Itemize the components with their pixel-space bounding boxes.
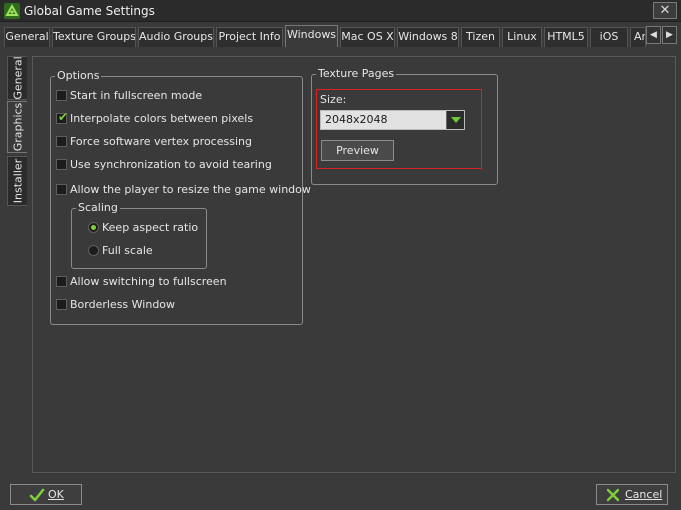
- tab-tizen[interactable]: Tizen: [461, 27, 500, 47]
- chevron-right-icon: ▶: [666, 30, 673, 40]
- tab-texture-groups[interactable]: Texture Groups: [52, 27, 136, 47]
- tab-general[interactable]: General: [4, 27, 50, 47]
- cancel-button[interactable]: Cancel: [596, 484, 668, 505]
- size-label: Size:: [320, 93, 347, 106]
- chevron-left-icon: ◀: [650, 30, 657, 40]
- window-title: Global Game Settings: [24, 4, 155, 18]
- tab-html5[interactable]: HTML5: [544, 27, 588, 47]
- ok-button[interactable]: OK: [10, 484, 82, 505]
- checkbox-box: [56, 90, 67, 101]
- close-button[interactable]: ✕: [653, 2, 677, 19]
- checkmark-icon: [29, 488, 45, 502]
- checkbox-box: [56, 276, 67, 287]
- radio-selected-dot: [91, 225, 96, 230]
- tab-scroll-right-button[interactable]: ▶: [662, 26, 677, 44]
- texture-pages-group-title: Texture Pages: [316, 67, 397, 81]
- checkbox-box: [56, 136, 67, 147]
- checkbox-box: [56, 184, 67, 195]
- checkbox-box: ✔: [56, 110, 69, 124]
- vsync-checkbox[interactable]: Use synchronization to avoid tearing: [56, 158, 296, 174]
- interpolate-checkbox[interactable]: ✔ Interpolate colors between pixels: [56, 110, 296, 128]
- borderless-window-checkbox[interactable]: Borderless Window: [56, 298, 296, 314]
- tab-android-partial[interactable]: Ar: [630, 27, 646, 47]
- resize-window-checkbox[interactable]: Allow the player to resize the game wind…: [56, 183, 311, 199]
- tab-windows[interactable]: Windows: [285, 25, 338, 47]
- checkmark-icon: ✔: [58, 110, 69, 124]
- close-icon: ✕: [659, 3, 671, 18]
- cross-icon: [606, 488, 620, 502]
- tab-scroll-left-button[interactable]: ◀: [646, 26, 661, 44]
- checkbox-box: [56, 159, 67, 170]
- tab-mac-os-x[interactable]: Mac OS X: [340, 27, 395, 47]
- switch-fullscreen-checkbox[interactable]: Allow switching to fullscreen: [56, 275, 296, 291]
- graphics-panel: Options Start in fullscreen mode ✔ Inter…: [32, 56, 676, 473]
- title-bar: Global Game Settings ✕: [0, 0, 681, 22]
- radio-button: [88, 222, 99, 233]
- side-tab-installer[interactable]: Installer: [7, 156, 27, 206]
- checkbox-box: [56, 299, 67, 310]
- software-vertex-checkbox[interactable]: Force software vertex processing: [56, 135, 296, 151]
- side-tab-graphics[interactable]: Graphics: [7, 101, 27, 153]
- texture-pages-group: Texture Pages Size: 2048x2048 Preview: [311, 67, 498, 185]
- tab-project-info[interactable]: Project Info: [216, 27, 283, 47]
- platform-tabs: General Texture Groups Audio Groups Proj…: [0, 25, 681, 47]
- chevron-down-icon: [451, 117, 461, 123]
- ok-label: OK: [48, 488, 64, 501]
- cancel-label: Cancel: [625, 488, 663, 501]
- full-scale-radio[interactable]: Full scale: [88, 244, 200, 260]
- preview-button[interactable]: Preview: [321, 140, 394, 161]
- side-tab-general[interactable]: General: [7, 56, 27, 100]
- tab-audio-groups[interactable]: Audio Groups: [138, 27, 214, 47]
- radio-button: [88, 245, 99, 256]
- selection-highlight: Size: 2048x2048 Preview: [316, 89, 482, 169]
- scaling-group-title: Scaling: [76, 201, 120, 215]
- texture-size-select[interactable]: 2048x2048: [320, 110, 465, 130]
- scaling-group: Scaling Keep aspect ratio Full scale: [71, 201, 207, 269]
- options-group: Options Start in fullscreen mode ✔ Inter…: [50, 69, 311, 325]
- gamemaker-logo-icon: [4, 3, 20, 19]
- dropdown-button[interactable]: [446, 111, 464, 129]
- tab-windows-8[interactable]: Windows 8: [397, 27, 459, 47]
- tab-ios[interactable]: iOS: [590, 27, 628, 47]
- keep-aspect-radio[interactable]: Keep aspect ratio: [88, 221, 200, 237]
- options-group-title: Options: [55, 69, 102, 83]
- fullscreen-checkbox[interactable]: Start in fullscreen mode: [56, 89, 296, 105]
- tab-linux[interactable]: Linux: [502, 27, 542, 47]
